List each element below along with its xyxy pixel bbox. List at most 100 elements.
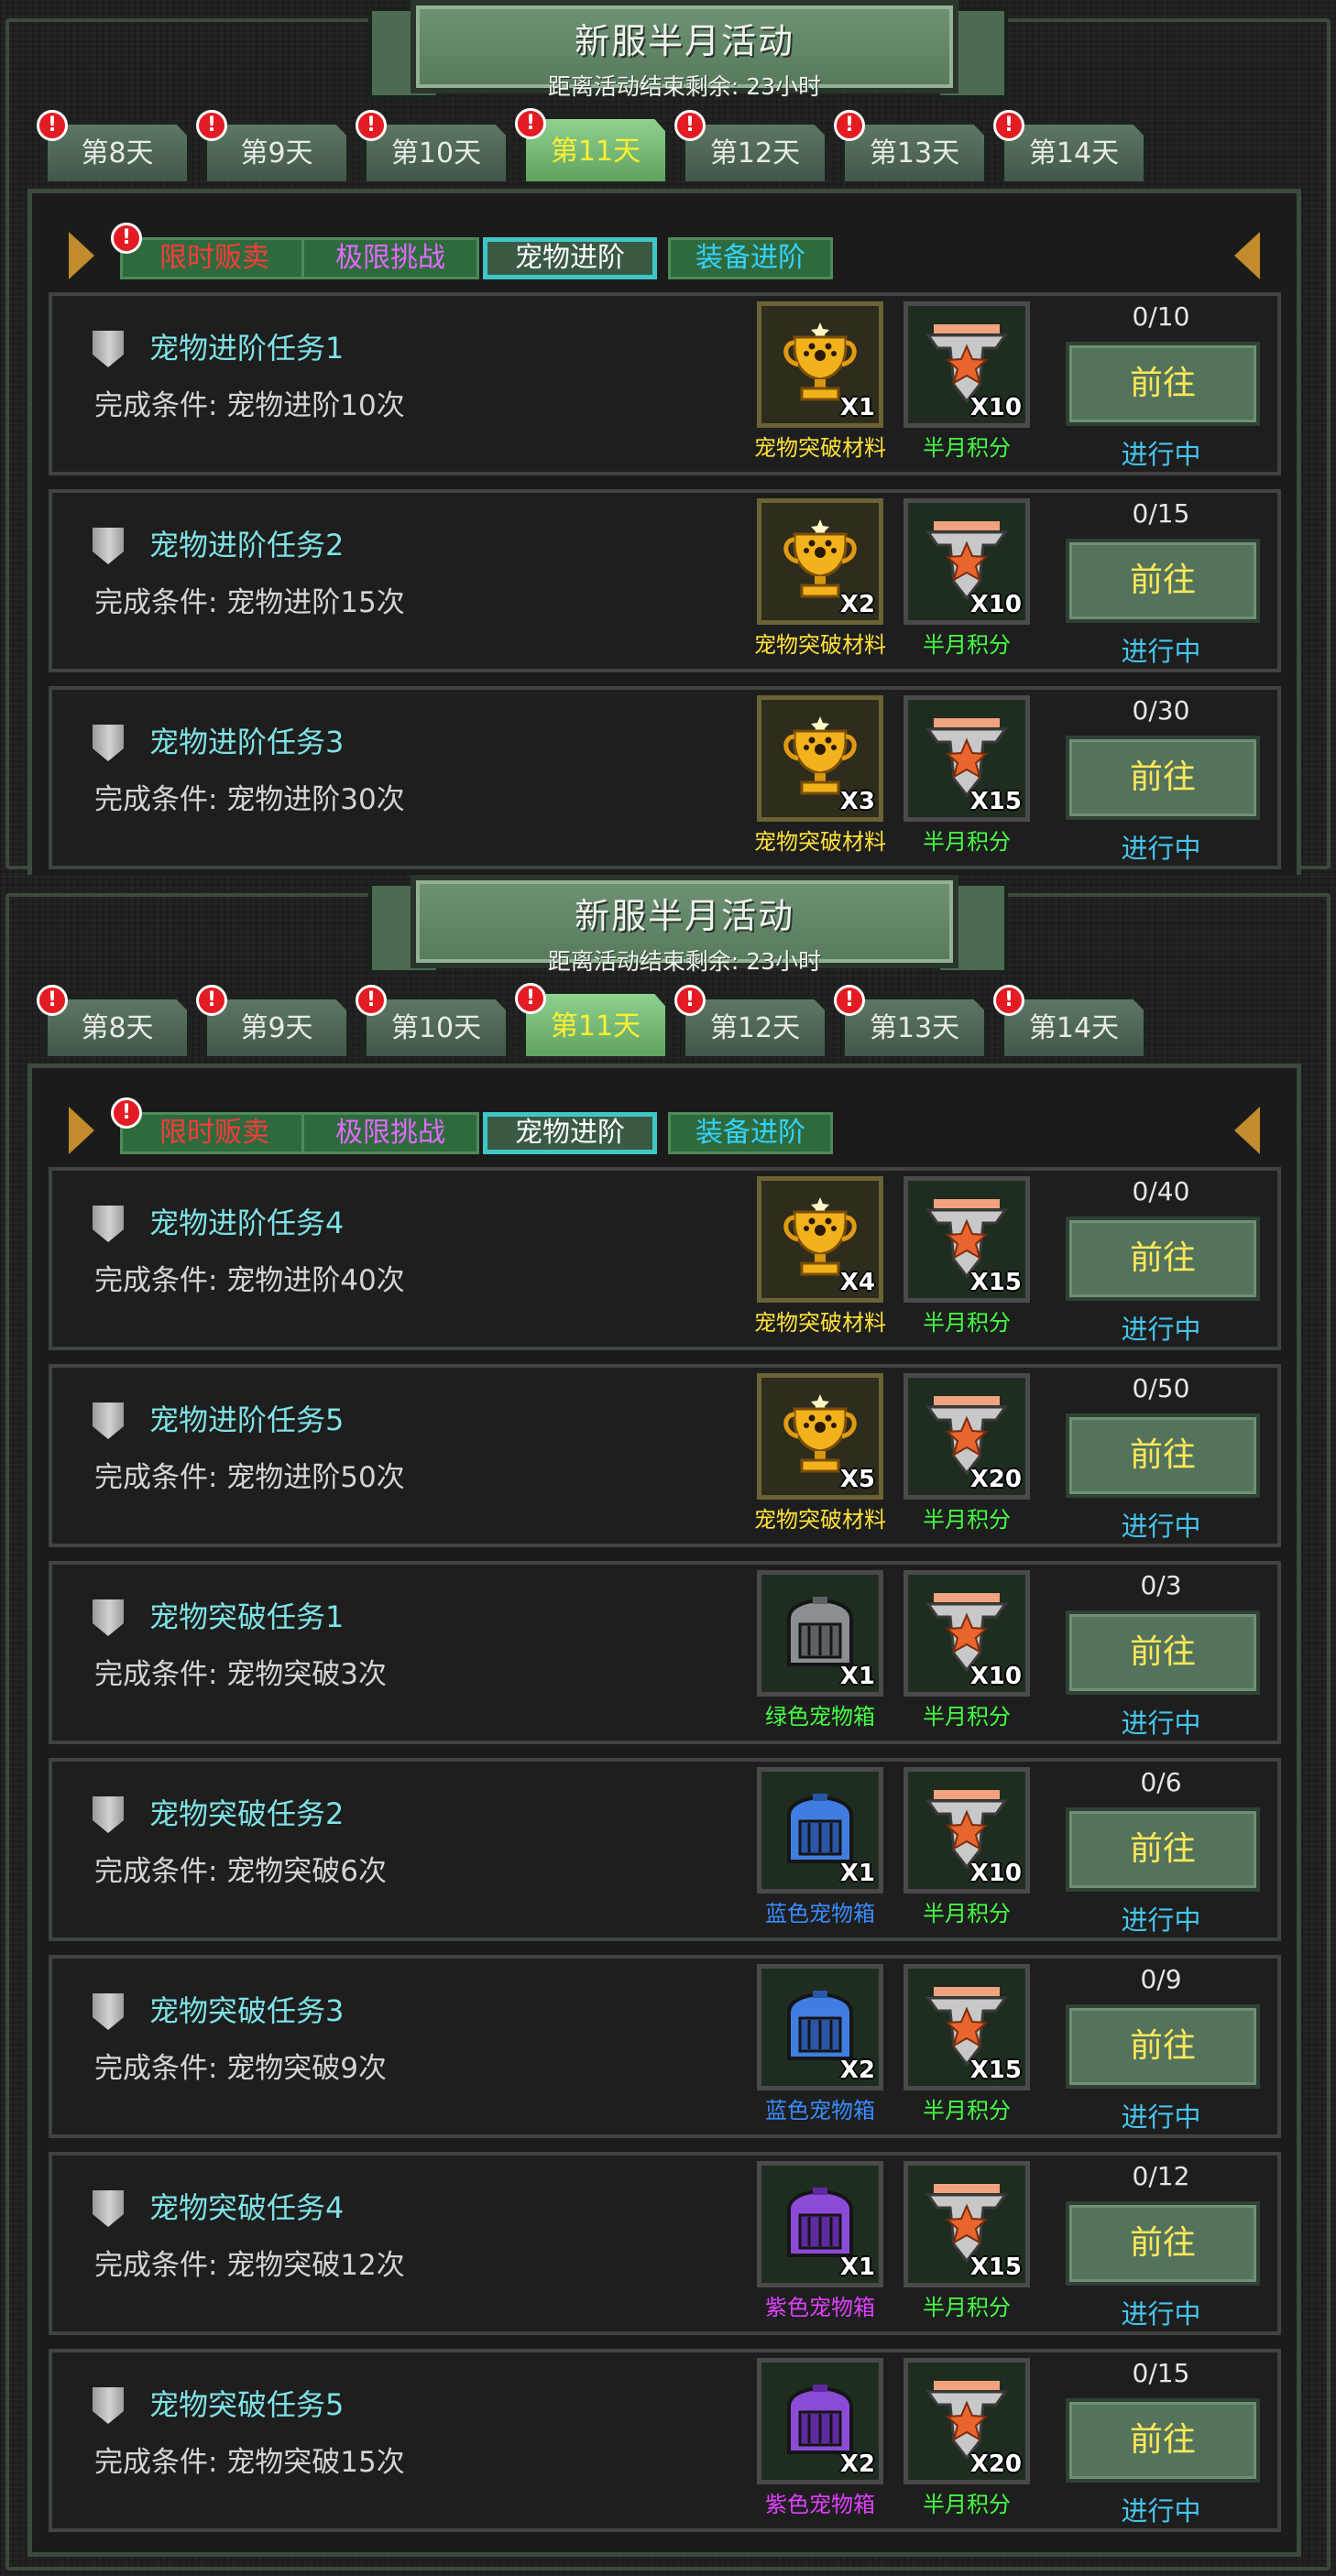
- category-tab-2[interactable]: 宠物进阶: [483, 237, 657, 279]
- task-status: 进行中: [1121, 1314, 1201, 1345]
- reward-icon-box: X4: [757, 1176, 883, 1303]
- task-progress: 0/6: [1140, 1767, 1182, 1797]
- task-condition: 完成条件: 宠物突破9次: [94, 2052, 388, 2085]
- reward-quantity: X1: [839, 1663, 875, 1690]
- task-condition: 完成条件: 宠物突破3次: [94, 1658, 388, 1691]
- category-tab-1[interactable]: 极限挑战: [301, 237, 479, 279]
- arrow-right-icon[interactable]: [1234, 232, 1260, 279]
- category-tab-3[interactable]: 装备进阶: [668, 237, 833, 279]
- reward-icon-box: X10: [903, 1767, 1030, 1894]
- task-progress: 0/10: [1132, 301, 1190, 332]
- reward-name: 紫色宠物箱: [765, 2295, 875, 2320]
- arrow-left-icon[interactable]: [69, 1107, 94, 1154]
- reward-name: 宠物突破材料: [754, 1310, 886, 1336]
- category-tab-1[interactable]: 极限挑战: [301, 1112, 479, 1154]
- goto-button[interactable]: 前往: [1066, 1807, 1260, 1892]
- task-condition: 完成条件: 宠物突破12次: [94, 2249, 405, 2282]
- reward-quantity: X1: [839, 1860, 875, 1887]
- reward-slot[interactable]: X20 半月积分: [898, 1373, 1035, 1538]
- reward-quantity: X15: [969, 2254, 1022, 2281]
- goto-button[interactable]: 前往: [1066, 1217, 1260, 1301]
- blue-pet-crate-icon: [774, 1978, 866, 2069]
- task-title: 宠物进阶任务1: [149, 331, 345, 366]
- reward-slot[interactable]: X2 蓝色宠物箱: [751, 1964, 889, 2129]
- goto-button[interactable]: 前往: [1066, 1610, 1260, 1695]
- reward-slot[interactable]: X10 半月积分: [898, 1570, 1035, 1735]
- task-condition: 完成条件: 宠物进阶50次: [94, 1461, 405, 1494]
- arrow-right-icon[interactable]: [1234, 1107, 1260, 1154]
- goto-button[interactable]: 前往: [1066, 2398, 1260, 2483]
- reward-icon-box: X20: [903, 1373, 1030, 1500]
- task-progress: 0/15: [1132, 498, 1190, 529]
- reward-quantity: X10: [969, 394, 1022, 421]
- reward-slot[interactable]: X3 宠物突破材料: [751, 695, 889, 860]
- reward-slot[interactable]: X15 半月积分: [898, 2161, 1035, 2326]
- green-pet-crate-icon: [774, 1584, 866, 1675]
- trophy-icon: [774, 315, 866, 407]
- shield-icon: [93, 1599, 124, 1636]
- alert-badge-icon: !: [356, 985, 387, 1016]
- reward-icon-box: X15: [903, 695, 1030, 822]
- task-title: 宠物突破任务3: [149, 1993, 345, 2028]
- task-title: 宠物进阶任务2: [149, 528, 345, 562]
- task-progress: 0/40: [1132, 1176, 1190, 1206]
- reward-slot[interactable]: X15 半月积分: [898, 1176, 1035, 1341]
- trophy-icon: [774, 1190, 866, 1282]
- reward-slot[interactable]: X4 宠物突破材料: [751, 1176, 889, 1341]
- reward-slot[interactable]: X10 半月积分: [898, 1767, 1035, 1932]
- goto-button[interactable]: 前往: [1066, 539, 1260, 623]
- points-badge-icon: [921, 1387, 1013, 1479]
- reward-icon-box: X15: [903, 2161, 1030, 2287]
- goto-button[interactable]: 前往: [1066, 2004, 1260, 2089]
- reward-slot[interactable]: X2 紫色宠物箱: [751, 2358, 889, 2523]
- reward-slot[interactable]: X1 紫色宠物箱: [751, 2161, 889, 2326]
- category-tab-2[interactable]: 宠物进阶: [483, 1112, 657, 1154]
- reward-name: 蓝色宠物箱: [765, 1901, 875, 1927]
- reward-quantity: X15: [969, 2057, 1022, 2084]
- task-status: 进行中: [1121, 1708, 1201, 1739]
- goto-button[interactable]: 前往: [1066, 736, 1260, 820]
- arrow-left-icon[interactable]: [69, 232, 94, 279]
- goto-button[interactable]: 前往: [1066, 1414, 1260, 1498]
- reward-slot[interactable]: X1 宠物突破材料: [751, 301, 889, 466]
- reward-name: 半月积分: [923, 1507, 1011, 1533]
- category-tab-0[interactable]: 限时贩卖: [120, 237, 309, 279]
- shield-icon: [93, 2190, 124, 2227]
- reward-slot[interactable]: X10 半月积分: [898, 498, 1035, 663]
- reward-icon-box: X10: [903, 301, 1030, 428]
- reward-slot[interactable]: X10 半月积分: [898, 301, 1035, 466]
- reward-slot[interactable]: X2 宠物突破材料: [751, 498, 889, 663]
- reward-slot[interactable]: X5 宠物突破材料: [751, 1373, 889, 1538]
- reward-name: 半月积分: [923, 1310, 1011, 1336]
- reward-icon-box: X3: [757, 695, 883, 822]
- task-row: 宠物突破任务3 完成条件: 宠物突破9次 X2 蓝色宠物箱 X15 半月积分 0/9 前往 进行…: [49, 1955, 1281, 2138]
- goto-button[interactable]: 前往: [1066, 342, 1260, 426]
- task-row: 宠物突破任务5 完成条件: 宠物突破15次 X2 紫色宠物箱 X20 半月积分 0/15 前往…: [49, 2349, 1281, 2532]
- shield-icon: [93, 1993, 124, 2030]
- alert-badge-icon: !: [993, 985, 1024, 1016]
- goto-button[interactable]: 前往: [1066, 2201, 1260, 2286]
- task-row: 宠物进阶任务1 完成条件: 宠物进阶10次 X1 宠物突破材料 X10 半月积分 0/10 前…: [49, 292, 1281, 475]
- alert-badge-icon: !: [993, 110, 1024, 141]
- category-tab-0[interactable]: 限时贩卖: [120, 1112, 309, 1154]
- task-condition: 完成条件: 宠物进阶15次: [94, 586, 405, 619]
- task-condition: 完成条件: 宠物进阶10次: [94, 389, 405, 422]
- task-condition: 完成条件: 宠物突破15次: [94, 2446, 405, 2479]
- task-title: 宠物突破任务5: [149, 2387, 345, 2422]
- alert-badge-icon: !: [674, 985, 706, 1016]
- shield-icon: [93, 2387, 124, 2424]
- reward-slot[interactable]: X15 半月积分: [898, 1964, 1035, 2129]
- reward-name: 宠物突破材料: [754, 632, 886, 658]
- reward-icon-box: X20: [903, 2358, 1030, 2484]
- points-badge-icon: [921, 1978, 1013, 2069]
- reward-quantity: X2: [839, 2450, 875, 2478]
- reward-quantity: X20: [969, 1466, 1022, 1493]
- reward-slot[interactable]: X15 半月积分: [898, 695, 1035, 860]
- alert-badge-icon: !: [834, 110, 865, 141]
- category-tab-3[interactable]: 装备进阶: [668, 1112, 833, 1154]
- points-badge-icon: [921, 2372, 1013, 2463]
- task-status: 进行中: [1121, 439, 1201, 470]
- reward-slot[interactable]: X1 蓝色宠物箱: [751, 1767, 889, 1932]
- reward-slot[interactable]: X1 绿色宠物箱: [751, 1570, 889, 1735]
- reward-slot[interactable]: X20 半月积分: [898, 2358, 1035, 2523]
